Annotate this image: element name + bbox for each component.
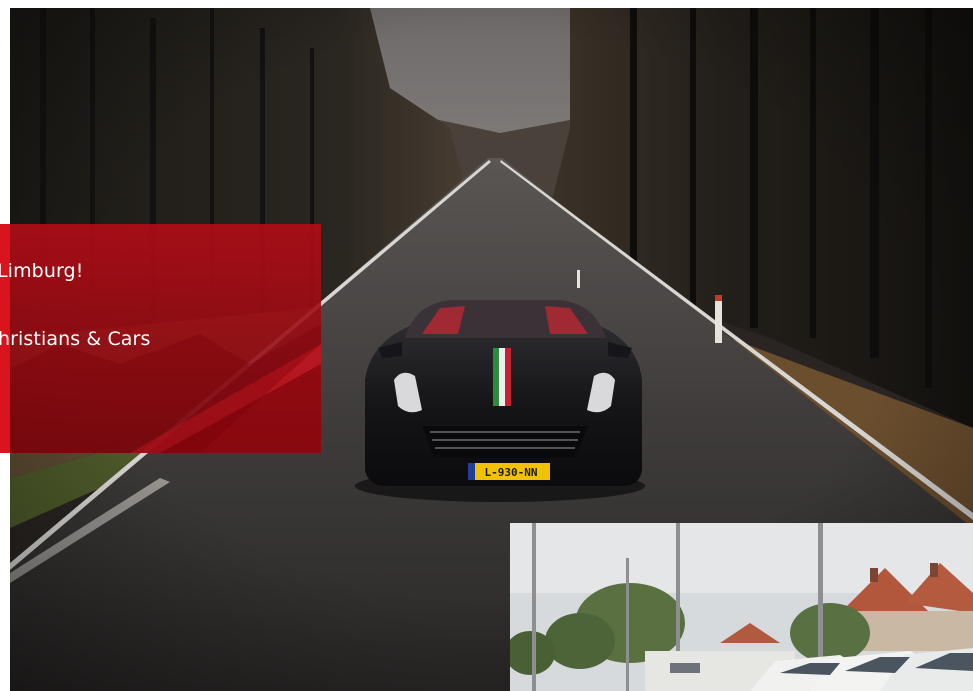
page-canvas: L-930-NN Limburg! hristians & Cars: [0, 0, 973, 691]
inset-photo-parking-lot: [510, 523, 973, 691]
license-plate-text: L-930-NN: [484, 466, 538, 479]
promo-headline: Limburg!: [0, 260, 84, 282]
inset-photo-graphic: [510, 523, 973, 691]
promo-subline: hristians & Cars: [0, 328, 151, 350]
